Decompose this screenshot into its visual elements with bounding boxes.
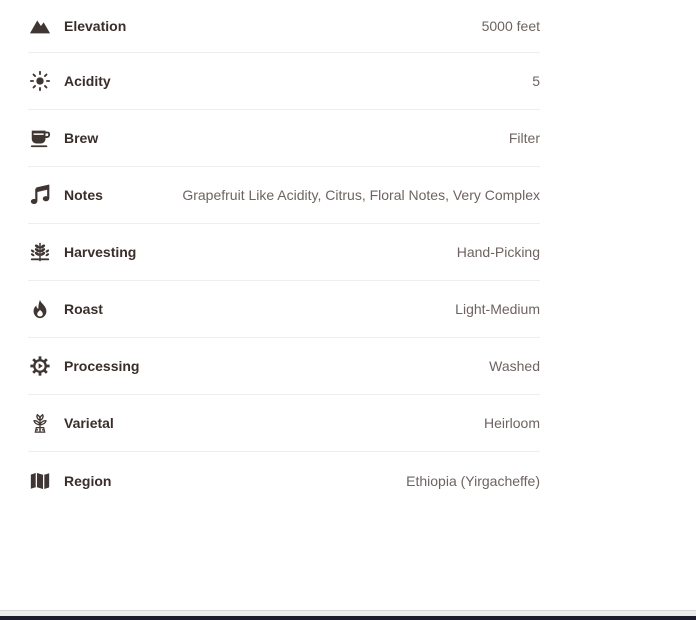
spec-value: Hand-Picking [456,244,540,260]
spec-value: Heirloom [483,415,540,431]
spec-value: 5000 feet [481,18,540,34]
spec-row-harvesting: Harvesting Hand-Picking [28,224,540,281]
spec-row-roast: Roast Light-Medium [28,281,540,338]
spec-label: Region [64,472,112,489]
spec-label: Brew [64,130,99,146]
spec-label: Harvesting [64,244,137,260]
spec-label: Elevation [64,18,127,34]
spec-row-notes: Notes Grapefruit Like Acidity, Citrus, F… [28,167,540,224]
bottom-dark-strip [0,616,696,620]
coffee-cup-icon [28,126,52,150]
spec-row-elevation: Elevation 5000 feet [28,0,540,53]
coffee-specs-list: Elevation 5000 feet Acidity 5 Brew Filte… [28,0,540,509]
map-icon [28,469,52,493]
spec-row-region: Region Ethiopia (Yirgacheffe) [28,452,540,509]
spec-label: Acidity [64,73,111,89]
spec-value: Filter [508,130,540,146]
spec-label: Roast [64,301,103,317]
sun-icon [28,69,52,93]
spec-row-acidity: Acidity 5 [28,53,540,110]
spec-value: Washed [489,358,540,374]
spec-row-brew: Brew Filter [28,110,540,167]
bottom-edge-bar [0,610,696,620]
spec-value: 5 [532,73,540,89]
spec-value: Ethiopia (Yirgacheffe) [406,472,540,489]
spec-row-processing: Processing Washed [28,338,540,395]
spec-label: Notes [64,187,103,203]
wheat-icon [28,240,52,264]
music-note-icon [28,183,52,207]
spec-label: Varietal [64,415,114,431]
coffee-details-page: Elevation 5000 feet Acidity 5 Brew Filte… [0,0,696,620]
spec-label: Processing [64,358,140,374]
gear-icon [28,354,52,378]
flame-icon [28,297,52,321]
spec-row-varietal: Varietal Heirloom [28,395,540,452]
spec-value: Grapefruit Like Acidity, Citrus, Floral … [182,187,540,203]
mountain-icon [28,14,52,38]
plant-icon [28,411,52,435]
spec-value: Light-Medium [455,301,540,317]
